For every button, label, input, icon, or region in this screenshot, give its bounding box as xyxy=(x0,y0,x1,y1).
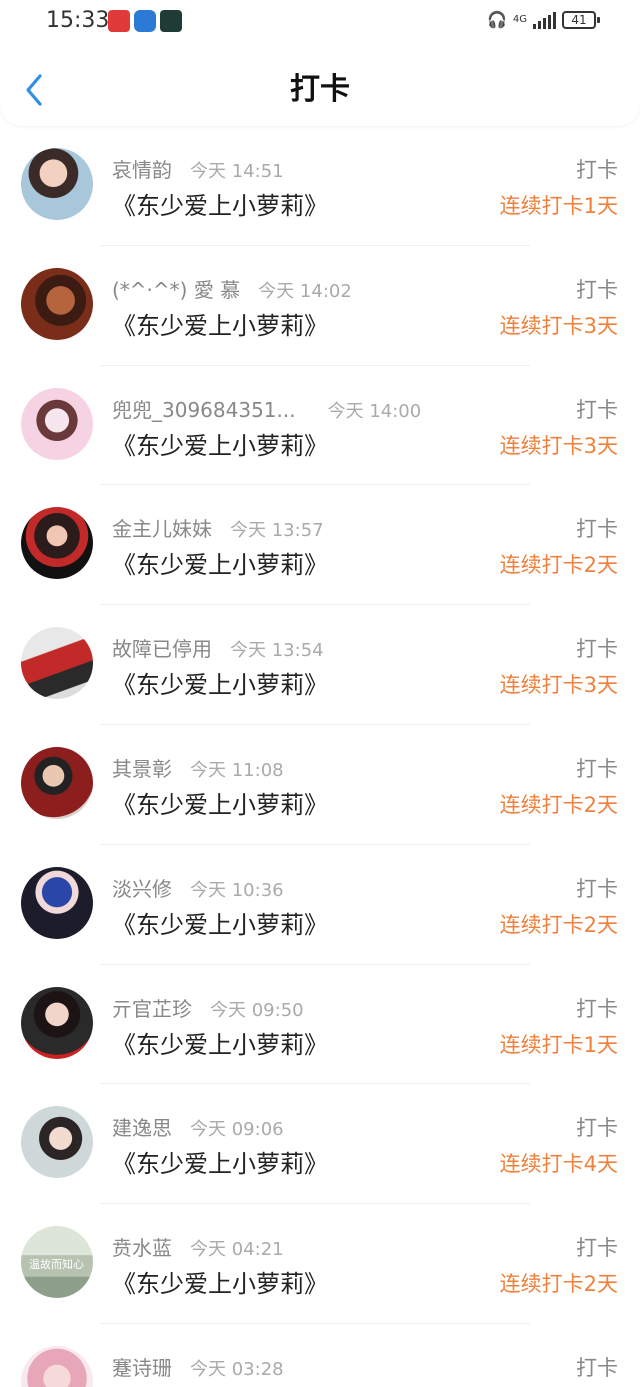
avatar[interactable]: 温故而知心 xyxy=(21,1226,93,1299)
signal-icon xyxy=(533,11,556,29)
user-name[interactable]: 故障已停用 xyxy=(112,633,212,662)
book-title[interactable]: 《东少爱上小萝莉》 xyxy=(112,1144,328,1179)
network-type: 4G xyxy=(512,14,527,25)
list-item[interactable]: 故障已停用 今天 13:54 《东少爱上小萝莉》 打卡 连续打卡3天 xyxy=(0,605,640,725)
checkin-time: 今天 13:54 xyxy=(230,640,324,662)
header: 15:33 🎧 4G 41 打卡 xyxy=(0,0,640,126)
avatar-overlay-text: 温故而知心 xyxy=(29,1258,84,1272)
book-title[interactable]: 《东少爱上小萝莉》 xyxy=(112,426,328,461)
avatar[interactable] xyxy=(21,627,93,700)
checkin-time: 今天 09:50 xyxy=(210,999,304,1021)
user-name[interactable]: 淡兴修 xyxy=(112,873,172,902)
action-label: 打卡 xyxy=(576,756,618,781)
book-title[interactable]: 《东少爱上小萝莉》 xyxy=(112,1025,328,1060)
book-title[interactable]: 《东少爱上小萝莉》 xyxy=(112,785,328,820)
checkin-time: 今天 09:06 xyxy=(190,1119,284,1141)
avatar[interactable] xyxy=(21,866,93,939)
action-label: 打卡 xyxy=(576,1116,618,1141)
book-title[interactable]: 《东少爱上小萝莉》 xyxy=(112,306,328,341)
list-item[interactable]: 温故而知心 贲水蓝 今天 04:21 《东少爱上小萝莉》 打卡 连续打卡2天 xyxy=(0,1204,640,1324)
status-right: 🎧 4G 41 xyxy=(486,10,600,29)
streak-label: 连续打卡3天 xyxy=(499,433,618,458)
user-name[interactable]: 蹇诗珊 xyxy=(112,1352,172,1381)
avatar[interactable] xyxy=(21,507,93,580)
avatar[interactable] xyxy=(21,267,93,340)
book-title[interactable]: 《东少爱上小萝莉》 xyxy=(112,186,328,221)
checkin-time: 今天 13:57 xyxy=(230,520,324,542)
bulb-notification-icon xyxy=(134,10,156,32)
user-name[interactable]: 兜兜_309684351... xyxy=(112,394,296,423)
list-item[interactable]: 其景彰 今天 11:08 《东少爱上小萝莉》 打卡 连续打卡2天 xyxy=(0,725,640,845)
list-item[interactable]: (*^·^*) 愛 慕今天 14:02 《东少爱上小萝莉》 打卡 连续打卡3天 xyxy=(0,246,640,366)
checkin-time: 今天 03:28 xyxy=(190,1358,284,1380)
action-label: 打卡 xyxy=(576,876,618,901)
list-item[interactable]: 蹇诗珊 今天 03:28 打卡 xyxy=(0,1324,640,1387)
avatar[interactable] xyxy=(21,387,93,460)
user-name[interactable]: 贲水蓝 xyxy=(112,1232,172,1261)
avatar[interactable] xyxy=(21,986,93,1059)
user-name[interactable]: 其景彰 xyxy=(112,753,172,782)
streak-label: 连续打卡3天 xyxy=(499,673,618,698)
avatar[interactable] xyxy=(21,148,93,220)
checkin-time: 今天 14:00 xyxy=(327,400,422,422)
action-label: 打卡 xyxy=(576,1355,618,1380)
list-item[interactable]: 金主儿妹妹 今天 13:57 《东少爱上小萝莉》 打卡 连续打卡2天 xyxy=(0,485,640,605)
book-title[interactable]: 《东少爱上小萝莉》 xyxy=(112,545,328,580)
status-time: 15:33 xyxy=(46,8,110,33)
avatar[interactable] xyxy=(21,746,93,819)
book-title[interactable]: 《东少爱上小萝莉》 xyxy=(112,905,328,940)
streak-label: 连续打卡2天 xyxy=(499,912,618,937)
checkin-time: 今天 04:21 xyxy=(190,1239,284,1261)
user-name[interactable]: 金主儿妹妹 xyxy=(112,513,212,542)
action-label: 打卡 xyxy=(576,158,618,182)
avatar[interactable] xyxy=(21,1345,93,1387)
user-name[interactable]: 亓官芷珍 xyxy=(112,993,192,1022)
action-label: 打卡 xyxy=(576,1236,618,1261)
user-name[interactable]: (*^·^*) 愛 慕 xyxy=(112,274,240,303)
checkin-time: 今天 11:08 xyxy=(190,759,284,781)
streak-label: 连续打卡3天 xyxy=(499,313,618,338)
checkin-time: 今天 10:36 xyxy=(190,879,284,901)
list-item[interactable]: 建逸思 今天 09:06 《东少爱上小萝莉》 打卡 连续打卡4天 xyxy=(0,1084,640,1204)
action-label: 打卡 xyxy=(576,397,618,422)
action-label: 打卡 xyxy=(576,517,618,542)
streak-label: 连续打卡1天 xyxy=(499,1032,618,1057)
user-name[interactable]: 哀情韵 xyxy=(112,154,172,183)
list-item[interactable]: 兜兜_309684351... 今天 14:00 《东少爱上小萝莉》 打卡 连续打… xyxy=(0,366,640,486)
streak-label: 连续打卡2天 xyxy=(499,1272,618,1297)
streak-label: 连续打卡2天 xyxy=(499,553,618,578)
checkin-list: 哀情韵 今天 14:51 《东少爱上小萝莉》 打卡 连续打卡1天 (*^·^*) … xyxy=(0,126,640,1387)
battery-icon: 41 xyxy=(562,10,600,29)
checkin-time: 今天 14:51 xyxy=(190,161,284,182)
list-item[interactable]: 淡兴修 今天 10:36 《东少爱上小萝莉》 打卡 连续打卡2天 xyxy=(0,845,640,965)
streak-label: 连续打卡2天 xyxy=(499,792,618,817)
user-name[interactable]: 建逸思 xyxy=(112,1112,172,1141)
streak-label: 连续打卡1天 xyxy=(499,194,618,218)
status-bar: 15:33 🎧 4G 41 xyxy=(0,0,640,44)
page-title: 打卡 xyxy=(290,72,350,107)
book-title[interactable]: 《东少爱上小萝莉》 xyxy=(112,1264,328,1299)
checkin-time: 今天 14:02 xyxy=(258,280,352,302)
app-notification-icon xyxy=(108,10,130,32)
action-label: 打卡 xyxy=(576,277,618,302)
app2-notification-icon xyxy=(160,10,182,32)
avatar[interactable] xyxy=(21,1106,93,1179)
book-title[interactable]: 《东少爱上小萝莉》 xyxy=(112,665,328,700)
action-label: 打卡 xyxy=(576,996,618,1021)
streak-label: 连续打卡4天 xyxy=(499,1152,618,1177)
action-label: 打卡 xyxy=(576,637,618,662)
headphones-icon: 🎧 xyxy=(486,10,507,29)
list-item[interactable]: 亓官芷珍 今天 09:50 《东少爱上小萝莉》 打卡 连续打卡1天 xyxy=(0,965,640,1085)
list-item[interactable]: 哀情韵 今天 14:51 《东少爱上小萝莉》 打卡 连续打卡1天 xyxy=(0,126,640,246)
